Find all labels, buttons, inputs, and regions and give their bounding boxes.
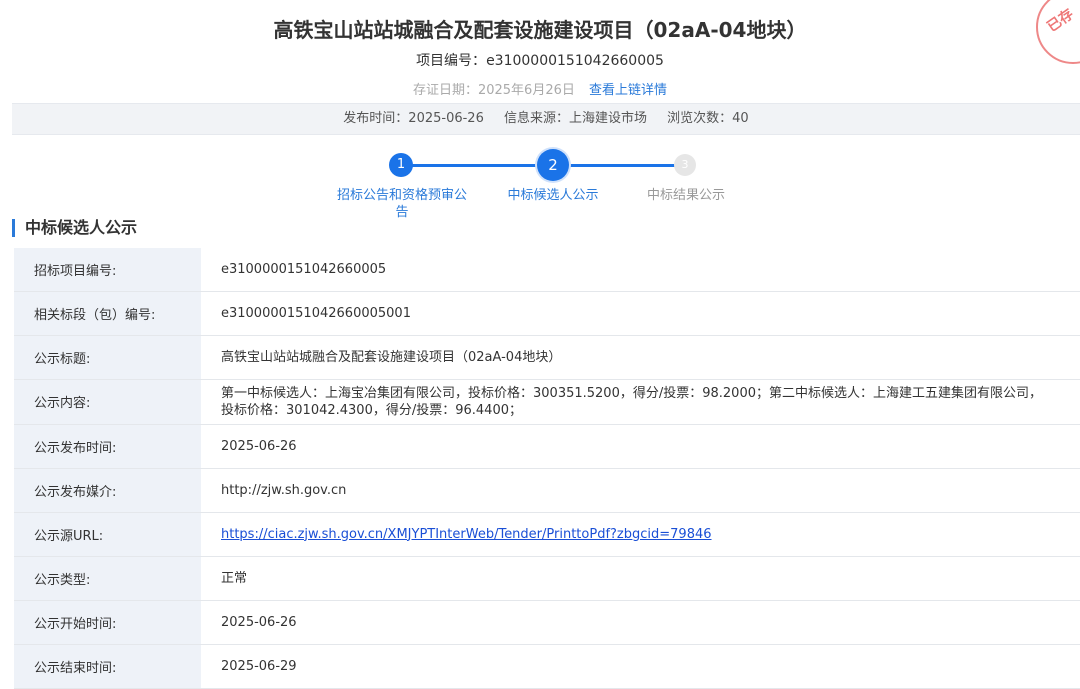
step-connector-2 [553,164,685,167]
detail-table: 招标项目编号: e3100000151042660005 相关标段（包）编号: … [14,248,1080,689]
row-value: e3100000151042660005001 [201,291,1080,336]
row-value: http://zjw.sh.gov.cn [201,468,1080,513]
progress-steps: 1 2 3 招标公告和资格预审公告 中标候选人公示 中标结果公示 [0,148,1080,228]
row-value: 2025-06-26 [201,424,1080,469]
table-row: 公示结束时间: 2025-06-29 [14,644,1080,689]
row-label: 公示标题: [14,335,201,380]
row-value: 2025-06-29 [201,644,1080,689]
info-source: 信息来源：上海建设市场 [504,111,648,126]
step-3-circle[interactable]: 3 [674,154,696,176]
stamp-text: 已存 [1044,6,1077,36]
publish-time: 发布时间：2025-06-26 [343,111,484,126]
row-value: 正常 [201,556,1080,601]
project-number-label: 项目编号： [416,53,487,69]
evidence-info: 存证日期：2025年6月26日 查看上链详情 [0,79,1080,98]
row-label: 相关标段（包）编号: [14,291,201,336]
section-title: 中标候选人公示 [12,219,137,237]
view-count: 浏览次数：40 [667,111,749,126]
source-url-link[interactable]: https://ciac.zjw.sh.gov.cn/XMJYPTInterWe… [221,527,712,542]
project-number: 项目编号：e3100000151042660005 [0,50,1080,70]
row-label: 公示类型: [14,556,201,601]
info-bar: 发布时间：2025-06-26 信息来源：上海建设市场 浏览次数：40 [12,103,1080,135]
row-label: 公示结束时间: [14,644,201,689]
row-label: 公示开始时间: [14,600,201,645]
step-3-label[interactable]: 中标结果公示 [626,187,746,204]
table-row: 公示发布媒介: http://zjw.sh.gov.cn [14,468,1080,513]
table-row: 公示标题: 高铁宝山站站城融合及配套设施建设项目（02aA-04地块） [14,335,1080,380]
row-value: 高铁宝山站站城融合及配套设施建设项目（02aA-04地块） [201,335,1080,380]
row-label: 招标项目编号: [14,248,201,292]
table-row: 公示内容: 第一中标候选人：上海宝冶集团有限公司，投标价格：300351.520… [14,379,1080,425]
row-value: https://ciac.zjw.sh.gov.cn/XMJYPTInterWe… [201,512,1080,557]
view-chain-details-link[interactable]: 查看上链详情 [589,83,667,98]
row-value: e3100000151042660005 [201,248,1080,292]
table-row: 相关标段（包）编号: e3100000151042660005001 [14,291,1080,336]
page-title: 高铁宝山站站城融合及配套设施建设项目（02aA-04地块） [273,18,807,42]
table-row: 公示开始时间: 2025-06-26 [14,600,1080,645]
step-connector-1 [400,164,553,167]
step-2-circle[interactable]: 2 [537,149,569,181]
table-row: 公示类型: 正常 [14,556,1080,601]
row-label: 公示发布媒介: [14,468,201,513]
row-label: 公示源URL: [14,512,201,557]
project-number-value: e3100000151042660005 [486,53,664,69]
row-value: 2025-06-26 [201,600,1080,645]
table-row: 公示发布时间: 2025-06-26 [14,424,1080,469]
evidence-date: 存证日期：2025年6月26日 [412,83,575,98]
table-row: 公示源URL: https://ciac.zjw.sh.gov.cn/XMJYP… [14,512,1080,557]
step-1-circle[interactable]: 1 [389,153,413,177]
step-2-label[interactable]: 中标候选人公示 [493,187,613,204]
step-1-label[interactable]: 招标公告和资格预审公告 [332,187,472,221]
row-value: 第一中标候选人：上海宝冶集团有限公司，投标价格：300351.5200，得分/投… [201,379,1080,425]
row-label: 公示发布时间: [14,424,201,469]
row-label: 公示内容: [14,379,201,425]
table-row: 招标项目编号: e3100000151042660005 [14,248,1080,292]
